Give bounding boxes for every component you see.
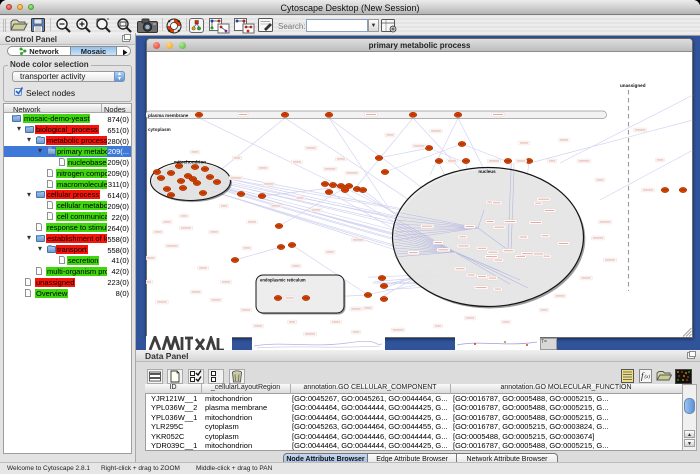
svg-text:(x): (x) bbox=[645, 375, 651, 380]
svg-text:nucleus: nucleus bbox=[478, 169, 496, 174]
svg-text:plasma membrane: plasma membrane bbox=[148, 113, 189, 118]
svg-text:endoplasmic reticulum: endoplasmic reticulum bbox=[260, 278, 306, 283]
svg-text:unassigned: unassigned bbox=[620, 83, 646, 88]
svg-text:cytoplasm: cytoplasm bbox=[148, 127, 171, 132]
